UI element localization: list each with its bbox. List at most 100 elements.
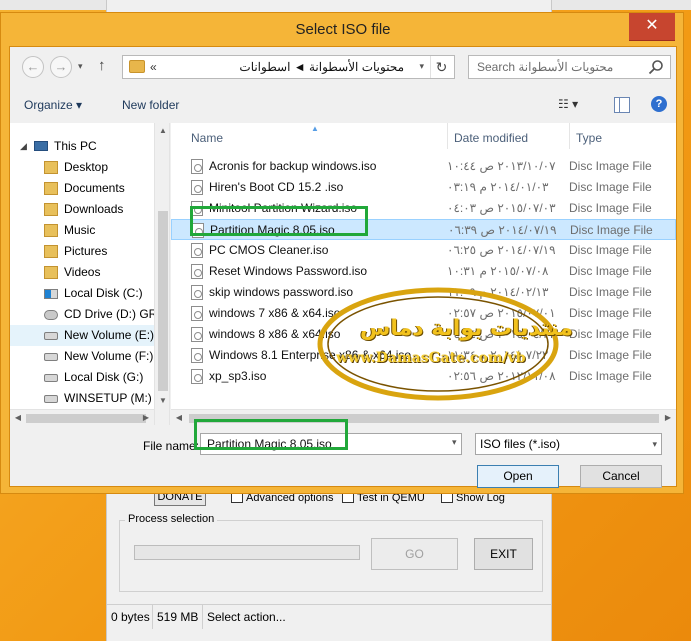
change-view-button[interactable]: ☷ ▾ <box>558 97 594 113</box>
disc-image-icon <box>191 159 203 174</box>
forward-button[interactable]: → <box>50 56 72 78</box>
folder-icon <box>44 224 58 237</box>
nav-item-label: WINSETUP (M:) <box>64 391 152 405</box>
windows-drive-icon <box>44 289 58 299</box>
organize-menu[interactable]: Organize ▾ <box>24 98 82 112</box>
close-icon: ✕ <box>645 17 659 34</box>
column-headers: ▲ Name Date modified Type <box>171 123 676 149</box>
scrollbar-thumb[interactable] <box>26 414 146 423</box>
scroll-down-icon[interactable]: ▼ <box>155 393 169 409</box>
scrollbar-thumb[interactable] <box>158 211 168 391</box>
folder-icon <box>44 203 58 216</box>
nav-item-new-volume-f[interactable]: New Volume (F:) <box>10 346 154 367</box>
file-type: Disc Image File <box>569 201 652 215</box>
file-type-select[interactable]: ISO files (*.iso) ▾ <box>475 433 662 455</box>
nav-item-downloads[interactable]: Downloads <box>10 199 154 220</box>
scroll-right-icon[interactable]: ▶ <box>660 410 676 425</box>
breadcrumb-overflow[interactable]: « <box>150 60 157 74</box>
file-row[interactable]: Acronis for backup windows.iso ٢٠١٣/١٠/٠… <box>171 156 676 177</box>
disc-image-icon <box>191 369 203 384</box>
file-name: Acronis for backup windows.iso <box>209 159 377 173</box>
status-cell: Select action... <box>207 610 286 624</box>
back-button[interactable]: ← <box>22 56 44 78</box>
cd-drive-icon <box>44 310 58 320</box>
nav-item-label: Local Disk (G:) <box>64 370 144 384</box>
close-button[interactable]: ✕ <box>629 13 675 41</box>
watermark-url-text: www.DamasGate.com/vb <box>336 350 526 366</box>
nav-item-label: Desktop <box>64 160 109 174</box>
file-row[interactable]: Reset Windows Password.iso ٢٠١٥/٠٧/٠٨ م … <box>171 261 676 282</box>
preview-pane-icon[interactable] <box>614 97 630 113</box>
refresh-button[interactable]: ↻ <box>430 56 452 78</box>
file-name: Reset Windows Password.iso <box>209 264 368 278</box>
file-type: Disc Image File <box>569 243 652 257</box>
search-icon[interactable] <box>648 59 664 75</box>
file-date: ٢٠١٤/٠٧/١٩ ص ٠٦:٢٥ <box>447 243 556 257</box>
file-type: Disc Image File <box>569 327 652 341</box>
new-folder-button[interactable]: New folder <box>122 98 179 112</box>
computer-icon <box>34 141 48 151</box>
nav-item-new-volume-e[interactable]: New Volume (E:) <box>10 325 154 346</box>
expand-arrow-icon[interactable]: ◢ <box>20 136 27 157</box>
folder-icon <box>44 161 58 174</box>
breadcrumb[interactable]: محتويات الأسطوانة ◄ اسطوانات <box>239 60 404 74</box>
file-row[interactable]: PC CMOS Cleaner.iso ٢٠١٤/٠٧/١٩ ص ٠٦:٢٥ D… <box>171 240 676 261</box>
nav-item-desktop[interactable]: Desktop <box>10 157 154 178</box>
folder-icon <box>129 60 145 73</box>
nav-item-cd-drive-d[interactable]: CD Drive (D:) GRT <box>10 304 164 325</box>
disc-image-icon <box>191 285 203 300</box>
help-icon[interactable]: ? <box>651 96 667 112</box>
cancel-button[interactable]: Cancel <box>580 465 662 488</box>
navigation-scrollbar[interactable]: ▲ ▼ <box>154 123 169 425</box>
search-input[interactable]: Search محتويات الأسطوانة <box>477 60 613 74</box>
file-type: Disc Image File <box>569 264 652 278</box>
search-box[interactable]: Search محتويات الأسطوانة <box>468 55 671 79</box>
up-button[interactable]: ↑ <box>98 57 106 74</box>
nav-item-this-pc[interactable]: ◢ This PC <box>10 136 154 157</box>
file-row[interactable]: Hiren's Boot CD 15.2 .iso ٢٠١٤/٠١/٠٣ م ٠… <box>171 177 676 198</box>
nav-item-pictures[interactable]: Pictures <box>10 241 154 262</box>
refresh-icon: ↻ <box>435 59 448 75</box>
nav-item-local-disk-g[interactable]: Local Disk (G:) <box>10 367 154 388</box>
nav-item-label: Music <box>64 223 96 237</box>
file-type: Disc Image File <box>569 159 652 173</box>
back-arrow-icon: ← <box>26 59 40 74</box>
nav-item-music[interactable]: Music <box>10 220 154 241</box>
file-name: xp_sp3.iso <box>209 369 267 383</box>
file-name-dropdown-arrow[interactable]: ▾ <box>452 437 457 448</box>
address-bar[interactable]: « محتويات الأسطوانة ◄ اسطوانات ▾ ↻ <box>122 55 455 79</box>
recent-locations-dropdown[interactable]: ▾ <box>78 61 83 72</box>
column-header-name[interactable]: Name <box>185 123 447 149</box>
nav-item-label: Documents <box>64 181 125 195</box>
nav-item-videos[interactable]: Videos <box>10 262 154 283</box>
file-date: ٢٠١٥/٠٧/٠٨ م ١٠:٣١ <box>447 264 549 278</box>
status-bar: 0 bytes 519 MB Select action... <box>107 604 551 629</box>
nav-item-label: This PC <box>54 139 97 153</box>
status-cell: 0 bytes <box>107 605 153 629</box>
disc-image-icon <box>191 348 203 363</box>
file-name: Hiren's Boot CD 15.2 .iso <box>209 180 344 194</box>
scroll-left-icon[interactable]: ◀ <box>10 410 26 425</box>
file-type: Disc Image File <box>569 306 652 320</box>
file-type: Disc Image File <box>569 180 652 194</box>
column-header-date-modified[interactable]: Date modified <box>447 123 569 149</box>
highlight-box-selected-file <box>190 206 368 236</box>
exit-button[interactable]: EXIT <box>474 538 533 570</box>
nav-item-winsetup-m[interactable]: WINSETUP (M:) <box>10 388 154 409</box>
file-date: ٢٠١٥/٠٧/٠٣ ص ٠٤:٠٣ <box>447 201 556 215</box>
scroll-up-icon[interactable]: ▲ <box>155 123 169 139</box>
process-selection-label: Process selection <box>125 513 218 525</box>
disc-image-icon <box>191 243 203 258</box>
open-button[interactable]: Open <box>477 465 559 488</box>
navigation-horizontal-scrollbar[interactable]: ◀ ▶ <box>10 409 154 425</box>
scroll-left-icon[interactable]: ◀ <box>171 410 187 425</box>
file-date: ٢٠١٤/٠٧/١٩ ص ٠٦:٣٩ <box>448 223 557 237</box>
go-button[interactable]: GO <box>371 538 458 570</box>
nav-item-label: Videos <box>64 265 101 279</box>
nav-item-documents[interactable]: Documents <box>10 178 154 199</box>
address-dropdown-arrow[interactable]: ▾ <box>419 61 424 72</box>
scroll-right-icon[interactable]: ▶ <box>138 410 154 425</box>
column-header-type[interactable]: Type <box>569 123 676 149</box>
disc-image-icon <box>191 327 203 342</box>
nav-item-local-disk-c[interactable]: Local Disk (C:) <box>10 283 154 304</box>
